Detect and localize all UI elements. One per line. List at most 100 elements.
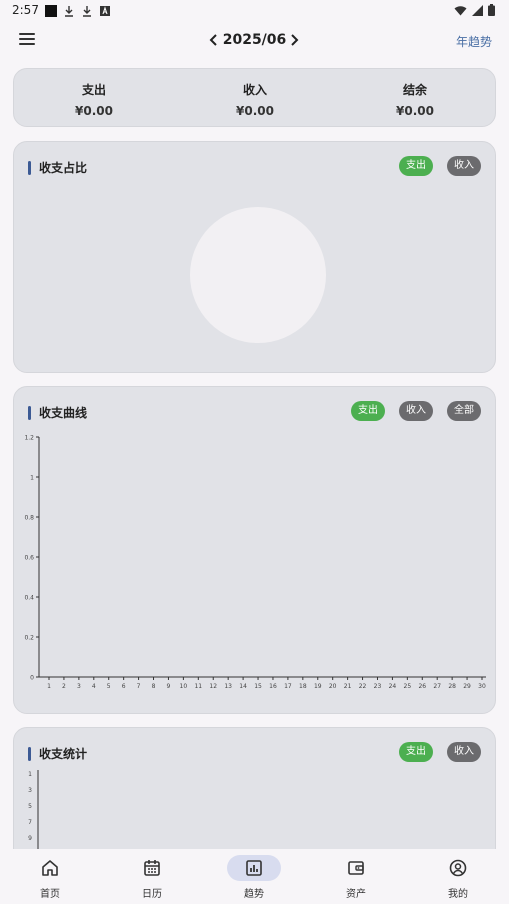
curve-all-chip[interactable]: 全部 [447, 401, 481, 421]
stats-title-text: 收支统计 [39, 747, 88, 761]
balance-value: ¥0.00 [396, 104, 434, 118]
x-tick-label: 24 [389, 683, 397, 690]
title-accent-bar [28, 405, 31, 420]
nav-calendar[interactable]: 日历 [102, 849, 202, 904]
y-tick-label: 5 [28, 803, 32, 810]
x-tick-label: 22 [359, 683, 367, 690]
expense-summary: 支出 ¥0.00 [34, 81, 154, 118]
title-accent-bar [28, 160, 31, 175]
x-tick-label: 1 [47, 683, 51, 690]
x-tick-label: 14 [239, 683, 247, 690]
nav-trend[interactable]: 趋势 [204, 849, 304, 904]
x-tick-label: 3 [77, 683, 81, 690]
status-time: 2:57 [12, 3, 39, 17]
x-tick-label: 30 [478, 683, 486, 690]
x-tick-label: 10 [180, 683, 188, 690]
x-tick-label: 12 [209, 683, 217, 690]
curve-income-chip[interactable]: 收入 [399, 401, 433, 421]
ratio-expense-chip[interactable]: 支出 [399, 156, 433, 176]
x-tick-label: 2 [62, 683, 66, 690]
battery-icon [488, 4, 495, 16]
download-icon [65, 6, 73, 17]
y-tick-label: 1 [28, 771, 32, 778]
x-tick-label: 19 [314, 683, 322, 690]
x-tick-label: 18 [299, 683, 307, 690]
income-value: ¥0.00 [236, 104, 274, 118]
y-tick-label: 1 [30, 475, 34, 482]
wallet-icon [342, 857, 370, 879]
ratio-income-chip[interactable]: 收入 [447, 156, 481, 176]
ratio-card: 收支占比 支出 收入 [13, 141, 496, 373]
curve-expense-chip[interactable]: 支出 [351, 401, 385, 421]
x-tick-label: 6 [122, 683, 126, 690]
summary-card: 支出 ¥0.00 收入 ¥0.00 结余 ¥0.00 [13, 68, 496, 127]
nav-home-label: 首页 [40, 889, 60, 900]
x-tick-label: 13 [224, 683, 232, 690]
balance-summary: 结余 ¥0.00 [355, 81, 475, 118]
income-label: 收入 [242, 83, 267, 97]
status-notification-icons [45, 5, 111, 17]
x-tick-label: 16 [269, 683, 277, 690]
nav-home[interactable]: 首页 [0, 849, 100, 904]
x-tick-label: 23 [374, 683, 382, 690]
x-tick-label: 8 [152, 683, 156, 690]
year-trend-link[interactable]: 年趋势 [456, 33, 492, 50]
title-accent-bar [28, 746, 31, 761]
balance-label: 结余 [402, 83, 427, 97]
x-tick-label: 9 [167, 683, 171, 690]
y-tick-label: 7 [28, 819, 32, 826]
x-tick-label: 26 [418, 683, 426, 690]
x-tick-label: 27 [433, 683, 441, 690]
curve-card-title: 收支曲线 [28, 404, 87, 421]
y-tick-label: 0 [30, 675, 34, 682]
expense-value: ¥0.00 [75, 104, 113, 118]
nav-profile[interactable]: 我的 [408, 849, 508, 904]
x-tick-label: 29 [463, 683, 471, 690]
stats-income-chip[interactable]: 收入 [447, 742, 481, 762]
download-icon [83, 6, 91, 17]
nav-assets[interactable]: 资产 [306, 849, 406, 904]
expense-label: 支出 [81, 83, 106, 97]
curve-title-text: 收支曲线 [39, 406, 88, 420]
wifi-icon [454, 5, 467, 15]
x-tick-label: 11 [194, 683, 202, 690]
y-tick-label: 3 [28, 787, 32, 794]
income-summary: 收入 ¥0.00 [195, 81, 315, 118]
status-system-icons [454, 4, 495, 16]
stats-card: 收支统计 支出 收入 1 3 5 7 9 [13, 727, 496, 867]
app-bar: 2025/06 年趋势 [0, 22, 509, 60]
x-tick-label: 21 [344, 683, 352, 690]
y-tick-label: 0.6 [24, 555, 34, 562]
line-chart: 00.20.40.60.811.21 2 3 4 5 6 7 8 9 10 11 12 13 14 15 16… [24, 435, 486, 690]
y-tick-label: 0.4 [24, 595, 34, 602]
nav-trend-label: 趋势 [244, 889, 264, 900]
nav-profile-label: 我的 [448, 889, 468, 900]
chevron-right-icon [291, 34, 299, 46]
font-icon [100, 6, 110, 16]
x-tick-label: 25 [404, 683, 412, 690]
ratio-card-title: 收支占比 [28, 159, 87, 176]
calendar-icon [138, 857, 166, 879]
stats-expense-chip[interactable]: 支出 [399, 742, 433, 762]
x-tick-label: 15 [254, 683, 262, 690]
pie-chart-empty [190, 207, 326, 343]
current-month[interactable]: 2025/06 [0, 32, 509, 48]
y-tick-label: 0.8 [24, 515, 34, 522]
nav-assets-label: 资产 [346, 889, 366, 900]
home-icon [36, 857, 64, 879]
bottom-navigation: 首页 日历 趋势 资产 我的 [0, 849, 509, 904]
x-tick-label: 4 [92, 683, 96, 690]
x-tick-label: 7 [137, 683, 141, 690]
y-tick-label: 1.2 [24, 435, 34, 442]
stats-card-title: 收支统计 [28, 745, 87, 762]
chart-icon [240, 857, 268, 879]
signal-icon [472, 4, 483, 16]
x-tick-label: 28 [448, 683, 456, 690]
ratio-title-text: 收支占比 [39, 161, 88, 175]
profile-icon [444, 857, 472, 879]
notification-app-icon [45, 5, 57, 17]
next-month-button[interactable] [287, 30, 301, 50]
x-tick-label: 17 [284, 683, 292, 690]
nav-calendar-label: 日历 [142, 889, 162, 900]
status-bar: 2:57 [0, 0, 509, 22]
